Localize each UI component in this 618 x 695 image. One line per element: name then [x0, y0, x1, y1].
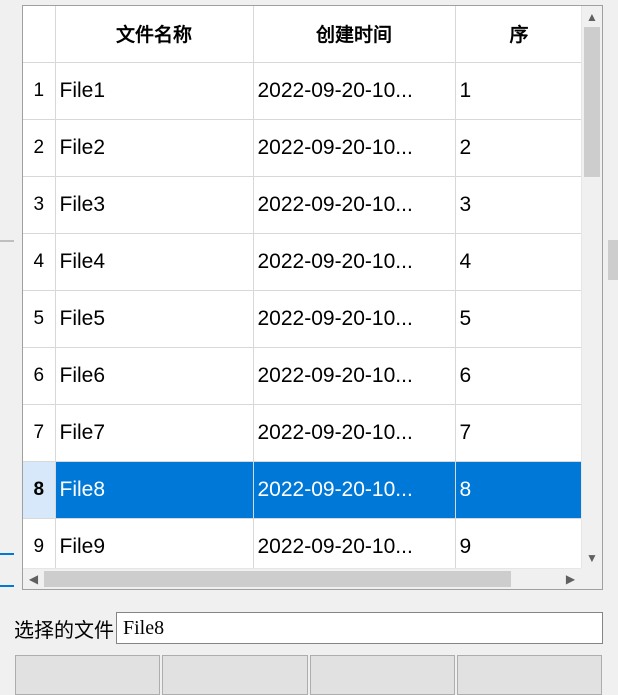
seq-cell[interactable]: 1: [455, 62, 581, 119]
seq-cell[interactable]: 8: [455, 461, 581, 518]
table-row[interactable]: 9File92022-09-20-10...9: [23, 518, 581, 568]
created-time-cell[interactable]: 2022-09-20-10...: [253, 176, 455, 233]
filename-cell[interactable]: File8: [55, 461, 253, 518]
table-row[interactable]: 7File72022-09-20-10...7: [23, 404, 581, 461]
table-row[interactable]: 6File62022-09-20-10...6: [23, 347, 581, 404]
horizontal-scrollbar[interactable]: ◀ ▶: [23, 568, 581, 589]
created-time-cell[interactable]: 2022-09-20-10...: [253, 290, 455, 347]
scroll-up-icon[interactable]: ▲: [582, 6, 602, 27]
row-number-cell[interactable]: 9: [23, 518, 55, 568]
file-table-viewport: 文件名称 创建时间 序 1File12022-09-20-10...12File…: [23, 6, 581, 568]
bottom-button-2[interactable]: [162, 655, 307, 695]
seq-cell[interactable]: 6: [455, 347, 581, 404]
panel-edge-highlight: [0, 553, 14, 587]
seq-cell[interactable]: 9: [455, 518, 581, 568]
created-time-cell[interactable]: 2022-09-20-10...: [253, 119, 455, 176]
selected-file-label: 选择的文件: [14, 614, 116, 643]
table-header-row[interactable]: 文件名称 创建时间 序: [23, 6, 581, 62]
table-row[interactable]: 3File32022-09-20-10...3: [23, 176, 581, 233]
table-row[interactable]: 1File12022-09-20-10...1: [23, 62, 581, 119]
header-filename[interactable]: 文件名称: [55, 6, 253, 62]
table-row[interactable]: 5File52022-09-20-10...5: [23, 290, 581, 347]
created-time-cell[interactable]: 2022-09-20-10...: [253, 461, 455, 518]
bottom-button-4[interactable]: [457, 655, 602, 695]
table-row[interactable]: 4File42022-09-20-10...4: [23, 233, 581, 290]
row-number-cell[interactable]: 6: [23, 347, 55, 404]
row-number-cell[interactable]: 2: [23, 119, 55, 176]
header-rownum[interactable]: [23, 6, 55, 62]
row-number-cell[interactable]: 5: [23, 290, 55, 347]
seq-cell[interactable]: 2: [455, 119, 581, 176]
row-number-cell[interactable]: 1: [23, 62, 55, 119]
created-time-cell[interactable]: 2022-09-20-10...: [253, 62, 455, 119]
outer-scrollbar-fragment[interactable]: [608, 240, 618, 280]
filename-cell[interactable]: File9: [55, 518, 253, 568]
panel-edge: [0, 240, 14, 570]
filename-cell[interactable]: File2: [55, 119, 253, 176]
bottom-button-bar: [14, 655, 603, 695]
selected-file-row: 选择的文件: [14, 610, 603, 646]
header-created[interactable]: 创建时间: [253, 6, 455, 62]
vertical-scroll-thumb[interactable]: [584, 27, 600, 177]
seq-cell[interactable]: 3: [455, 176, 581, 233]
seq-cell[interactable]: 4: [455, 233, 581, 290]
filename-cell[interactable]: File3: [55, 176, 253, 233]
scroll-corner: [581, 568, 602, 589]
file-table-container: 文件名称 创建时间 序 1File12022-09-20-10...12File…: [22, 5, 603, 590]
seq-cell[interactable]: 5: [455, 290, 581, 347]
filename-cell[interactable]: File7: [55, 404, 253, 461]
bottom-button-3[interactable]: [310, 655, 455, 695]
vertical-scrollbar[interactable]: ▲ ▼: [581, 6, 602, 568]
filename-cell[interactable]: File5: [55, 290, 253, 347]
table-row[interactable]: 2File22022-09-20-10...2: [23, 119, 581, 176]
horizontal-scroll-thumb[interactable]: [44, 571, 511, 587]
table-row[interactable]: 8File82022-09-20-10...8: [23, 461, 581, 518]
row-number-cell[interactable]: 7: [23, 404, 55, 461]
header-seq[interactable]: 序: [455, 6, 581, 62]
seq-cell[interactable]: 7: [455, 404, 581, 461]
filename-cell[interactable]: File6: [55, 347, 253, 404]
created-time-cell[interactable]: 2022-09-20-10...: [253, 404, 455, 461]
scroll-left-icon[interactable]: ◀: [23, 569, 44, 589]
row-number-cell[interactable]: 8: [23, 461, 55, 518]
filename-cell[interactable]: File4: [55, 233, 253, 290]
created-time-cell[interactable]: 2022-09-20-10...: [253, 233, 455, 290]
filename-cell[interactable]: File1: [55, 62, 253, 119]
bottom-button-1[interactable]: [15, 655, 160, 695]
scroll-right-icon[interactable]: ▶: [560, 569, 581, 589]
file-table[interactable]: 文件名称 创建时间 序 1File12022-09-20-10...12File…: [23, 6, 581, 568]
scroll-down-icon[interactable]: ▼: [582, 547, 602, 568]
created-time-cell[interactable]: 2022-09-20-10...: [253, 347, 455, 404]
created-time-cell[interactable]: 2022-09-20-10...: [253, 518, 455, 568]
selected-file-input[interactable]: [116, 612, 603, 644]
row-number-cell[interactable]: 4: [23, 233, 55, 290]
row-number-cell[interactable]: 3: [23, 176, 55, 233]
